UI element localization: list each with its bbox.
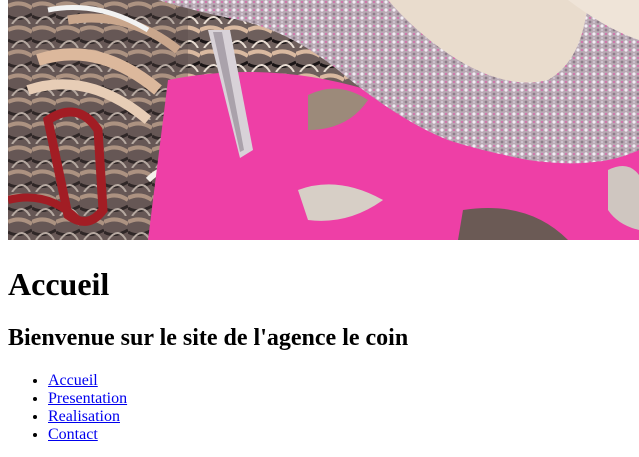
nav-item-accueil: Accueil xyxy=(48,372,127,390)
nav-link-contact[interactable]: Contact xyxy=(48,426,98,443)
nav-item-realisation: Realisation xyxy=(48,408,127,426)
main-navigation: Accueil Presentation Realisation Contact xyxy=(8,372,127,444)
welcome-subtitle: Bienvenue sur le site de l'agence le coi… xyxy=(8,325,409,351)
nav-link-presentation[interactable]: Presentation xyxy=(48,390,127,407)
page: Accueil Bienvenue sur le site de l'agenc… xyxy=(0,0,639,457)
nav-link-realisation[interactable]: Realisation xyxy=(48,408,120,425)
nav-item-presentation: Presentation xyxy=(48,390,127,408)
nav-item-contact: Contact xyxy=(48,426,127,444)
nav-link-accueil[interactable]: Accueil xyxy=(48,372,98,389)
banner-image xyxy=(8,0,639,240)
page-title: Accueil xyxy=(8,266,110,302)
